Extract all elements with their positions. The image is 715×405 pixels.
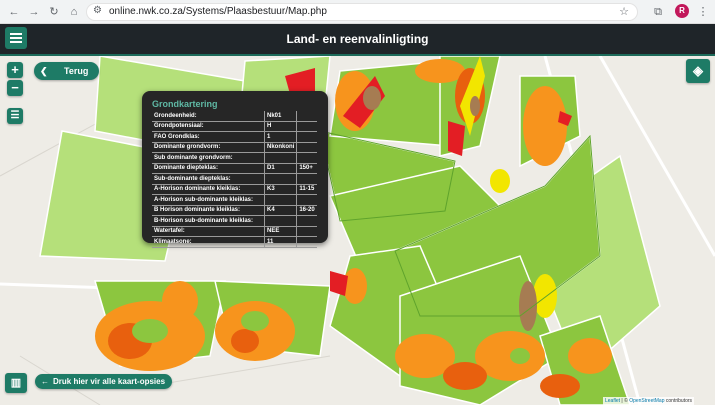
map-options-button[interactable]: ← Druk hier vir alle kaart-opsies bbox=[35, 374, 172, 389]
popup-label: B-Horison sub-dominante kleiklas: bbox=[152, 215, 265, 227]
leaflet-link[interactable]: Leaflet bbox=[605, 398, 620, 404]
popup-value: 1 bbox=[263, 131, 297, 143]
osm-link[interactable]: OpenStreetMap bbox=[629, 398, 664, 404]
arrow-left-icon: ← bbox=[41, 377, 49, 386]
popup-label: Dominante grondvorm: bbox=[152, 142, 265, 153]
popup-value: Nkonkoni bbox=[263, 142, 297, 153]
popup-label: B Horison dominante kleiklas: bbox=[152, 205, 265, 216]
popup-label: Sub-dominante diepteklas: bbox=[152, 173, 265, 185]
table-row: B Horison dominante kleiklas: K4 16-20 bbox=[152, 205, 318, 216]
popup-extra bbox=[296, 131, 318, 143]
popup-value bbox=[263, 152, 297, 164]
layers-icon[interactable]: ◈ bbox=[686, 59, 710, 83]
table-row: Dominante diepteklas: D1 150+ bbox=[152, 163, 318, 174]
popup-value: D1 bbox=[263, 163, 297, 174]
popup-extra bbox=[296, 236, 318, 248]
table-row: A-Horison dominante kleiklas: K3 11-15 bbox=[152, 184, 318, 195]
popup-label: Sub dominante grondvorm: bbox=[152, 152, 265, 164]
table-row: Grondpotensiaal: H bbox=[152, 121, 318, 132]
table-row: Klimaatsone: 11 bbox=[152, 236, 318, 248]
popup-value: Nk01 bbox=[263, 111, 297, 122]
popup-value: 11 bbox=[263, 236, 297, 248]
popup-label: Dominante diepteklas: bbox=[152, 163, 265, 174]
table-row: Dominante grondvorm: Nkonkoni bbox=[152, 142, 318, 153]
extensions-icon[interactable]: ⧉ bbox=[650, 4, 666, 20]
bookmark-star-icon[interactable]: ☆ bbox=[619, 5, 629, 18]
popup-extra bbox=[296, 121, 318, 132]
filter-icon[interactable]: ☰ bbox=[7, 108, 23, 124]
attribution-copyright: © bbox=[624, 398, 628, 404]
app-header: Land- en reenvalinligting bbox=[0, 24, 715, 56]
popup-title: Grondkartering bbox=[152, 99, 218, 109]
popup-label: Watertafel: bbox=[152, 226, 265, 237]
popup-extra bbox=[296, 173, 318, 185]
map-options-label: Druk hier vir alle kaart-opsies bbox=[53, 377, 166, 386]
table-row: FAO Grondklas: 1 bbox=[152, 131, 318, 143]
popup-value: NEE bbox=[263, 226, 297, 237]
table-row: Sub-dominante diepteklas: bbox=[152, 173, 318, 185]
table-row: A-Horison sub-dominante kleiklas: bbox=[152, 194, 318, 206]
popup-label: Grondeenheid: bbox=[152, 111, 265, 122]
popup-value bbox=[263, 194, 297, 206]
popup-extra bbox=[296, 142, 318, 153]
home-icon[interactable]: ⌂ bbox=[66, 4, 82, 20]
popup-extra bbox=[296, 111, 318, 122]
table-row: Grondeenheid: Nk01 bbox=[152, 111, 318, 122]
url-text: online.nwk.co.za/Systems/Plaasbestuur/Ma… bbox=[109, 6, 327, 17]
page-title: Land- en reenvalinligting bbox=[286, 32, 429, 46]
popup-extra: 150+ bbox=[296, 163, 318, 174]
map-attribution: Leaflet | © OpenStreetMap contributors bbox=[603, 397, 695, 405]
popup-extra bbox=[296, 194, 318, 206]
table-row: Sub dominante grondvorm: bbox=[152, 152, 318, 164]
zoom-out-button[interactable]: − bbox=[7, 80, 23, 96]
map-icon[interactable]: ▥ bbox=[5, 373, 27, 393]
soil-info-table: Grondeenheid: Nk01 Grondpotensiaal: H FAO Gr… bbox=[152, 111, 318, 248]
popup-extra bbox=[296, 215, 318, 227]
zoom-in-button[interactable]: + bbox=[7, 62, 23, 78]
popup-label: A-Horison dominante kleiklas: bbox=[152, 184, 265, 195]
profile-avatar[interactable]: R bbox=[675, 4, 689, 18]
popup-label: Klimaatsone: bbox=[152, 236, 265, 248]
attribution-suffix: contributors bbox=[665, 398, 693, 404]
popup-value bbox=[263, 173, 297, 185]
attribution-separator: | bbox=[621, 398, 623, 404]
browser-toolbar: ← → ↻ ⌂ ⚙ online.nwk.co.za/Systems/Plaas… bbox=[0, 0, 715, 24]
arrow-left-icon: ❮ bbox=[40, 66, 48, 76]
popup-value: K4 bbox=[263, 205, 297, 216]
reload-icon[interactable]: ↻ bbox=[46, 4, 62, 20]
popup-extra bbox=[296, 226, 318, 237]
popup-extra: 16-20 bbox=[296, 205, 318, 216]
popup-value: H bbox=[263, 121, 297, 132]
more-menu-icon[interactable]: ⋮ bbox=[695, 4, 711, 20]
popup-label: A-Horison sub-dominante kleiklas: bbox=[152, 194, 265, 206]
popup-extra bbox=[296, 152, 318, 164]
popup-value: K3 bbox=[263, 184, 297, 195]
map-layer[interactable] bbox=[0, 56, 715, 405]
back-button[interactable]: ❮ Terug bbox=[34, 62, 99, 80]
popup-label: FAO Grondklas: bbox=[152, 131, 265, 143]
map-canvas[interactable]: + − ☰ ❮ Terug ◈ ▥ ← Druk hier vir alle k… bbox=[0, 56, 715, 405]
popup-value bbox=[263, 215, 297, 227]
table-row: Watertafel: NEE bbox=[152, 226, 318, 237]
soil-info-popup: Grondkartering Grondeenheid: Nk01 Grondpot… bbox=[142, 91, 328, 248]
site-info-icon[interactable]: ⚙ bbox=[93, 5, 102, 16]
address-bar[interactable]: ⚙ online.nwk.co.za/Systems/Plaasbestuur/… bbox=[86, 3, 638, 21]
table-row: B-Horison sub-dominante kleiklas: bbox=[152, 215, 318, 227]
popup-label: Grondpotensiaal: bbox=[152, 121, 265, 132]
back-arrow-icon[interactable]: ← bbox=[6, 4, 22, 20]
popup-extra: 11-15 bbox=[296, 184, 318, 195]
back-button-label: Terug bbox=[64, 66, 89, 76]
forward-arrow-icon[interactable]: → bbox=[26, 4, 42, 20]
